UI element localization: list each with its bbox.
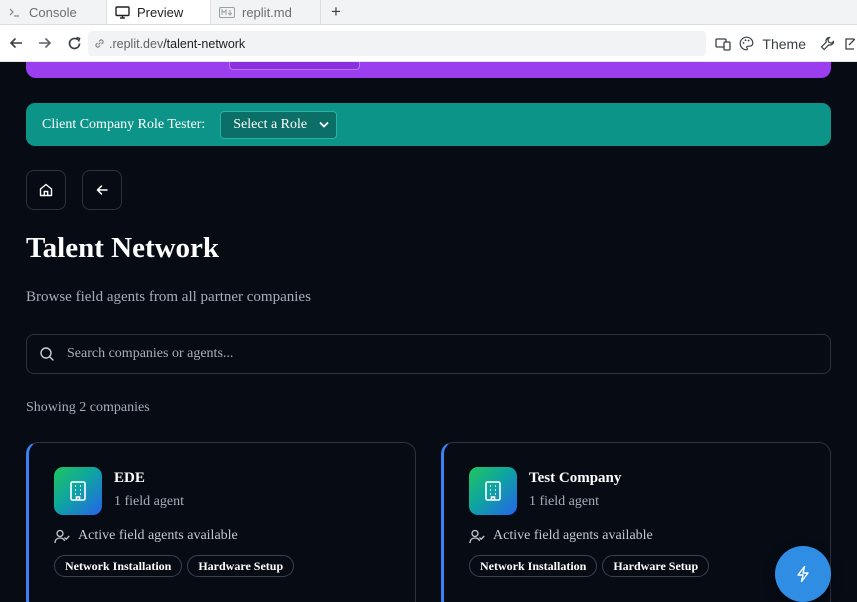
back-nav-button[interactable] <box>3 30 29 56</box>
tab-label: replit.md <box>242 4 292 20</box>
link-icon <box>93 37 106 50</box>
skill-tag: Network Installation <box>54 555 183 577</box>
plus-icon: + <box>331 2 341 21</box>
skill-tags: Network Installation Hardware Setup <box>469 555 710 577</box>
forward-nav-button[interactable] <box>32 30 58 56</box>
building-icon <box>469 467 517 515</box>
role-tester-bar: Client Company Role Tester: Select a Rol… <box>26 103 831 146</box>
purple-role-banner <box>26 62 831 78</box>
monitor-icon <box>115 5 130 19</box>
tab-replit-md[interactable]: replit.md <box>211 0 321 24</box>
agent-count: 1 field agent <box>529 494 599 509</box>
agent-count: 1 field agent <box>114 494 184 509</box>
terminal-icon <box>8 6 22 18</box>
availability-row: Active field agents available <box>469 528 653 544</box>
markdown-icon <box>219 6 235 18</box>
page-subtitle: Browse field agents from all partner com… <box>26 289 311 305</box>
availability-row: Active field agents available <box>54 528 238 544</box>
url-bar[interactable]: .replit.dev /talent-network <box>88 31 706 56</box>
toolbar-right-actions: Theme <box>715 25 857 62</box>
company-name: EDE <box>114 470 145 486</box>
app-page: Client Company Role Tester: Select a Rol… <box>0 62 857 602</box>
reload-button[interactable] <box>61 30 87 56</box>
reload-icon <box>68 36 81 49</box>
company-card[interactable]: EDE 1 field agent Active field agents av… <box>26 442 416 602</box>
company-card[interactable]: Test Company 1 field agent Active field … <box>441 442 831 602</box>
arrow-right-icon <box>39 37 52 49</box>
skill-tag: Network Installation <box>469 555 598 577</box>
skill-tags: Network Installation Hardware Setup <box>54 555 295 577</box>
user-check-icon <box>469 529 485 543</box>
role-select-value: Select a Role <box>233 116 308 132</box>
results-count: Showing 2 companies <box>26 400 150 415</box>
arrow-left-icon <box>96 185 108 195</box>
tab-preview[interactable]: Preview <box>107 0 211 24</box>
external-link-icon[interactable] <box>843 36 855 51</box>
tab-console[interactable]: Console <box>0 0 107 24</box>
building-icon <box>54 467 102 515</box>
search-input[interactable] <box>67 346 767 362</box>
page-title: Talent Network <box>26 232 220 264</box>
palette-icon[interactable] <box>739 36 754 51</box>
tab-label: Console <box>29 4 77 20</box>
search-box[interactable] <box>26 334 831 374</box>
availability-text: Active field agents available <box>493 528 653 543</box>
arrow-left-icon <box>9 37 22 49</box>
browser-tab-bar: Console Preview replit.md + <box>0 0 857 25</box>
role-tester-label: Client Company Role Tester: <box>42 116 206 132</box>
skill-tag: Hardware Setup <box>602 555 710 577</box>
browser-toolbar: .replit.dev /talent-network Theme <box>0 25 857 62</box>
availability-text: Active field agents available <box>78 528 238 543</box>
company-name: Test Company <box>529 470 622 486</box>
home-button[interactable] <box>26 170 66 210</box>
lightning-icon <box>797 565 809 583</box>
new-tab-button[interactable]: + <box>321 0 355 24</box>
purple-banner-select[interactable] <box>229 62 360 70</box>
search-icon <box>40 347 54 361</box>
back-button[interactable] <box>82 170 122 210</box>
skill-tag: Hardware Setup <box>187 555 295 577</box>
quick-action-button[interactable] <box>775 546 831 602</box>
tab-label: Preview <box>137 4 184 20</box>
home-icon <box>39 183 53 197</box>
role-select[interactable]: Select a Role <box>220 110 338 139</box>
wrench-icon[interactable] <box>820 36 835 51</box>
url-host: .replit.dev <box>109 36 164 51</box>
user-check-icon <box>54 529 70 543</box>
devices-icon[interactable] <box>715 37 732 51</box>
chevron-down-icon <box>319 121 329 128</box>
theme-label[interactable]: Theme <box>762 36 806 52</box>
url-path: /talent-network <box>163 36 246 51</box>
